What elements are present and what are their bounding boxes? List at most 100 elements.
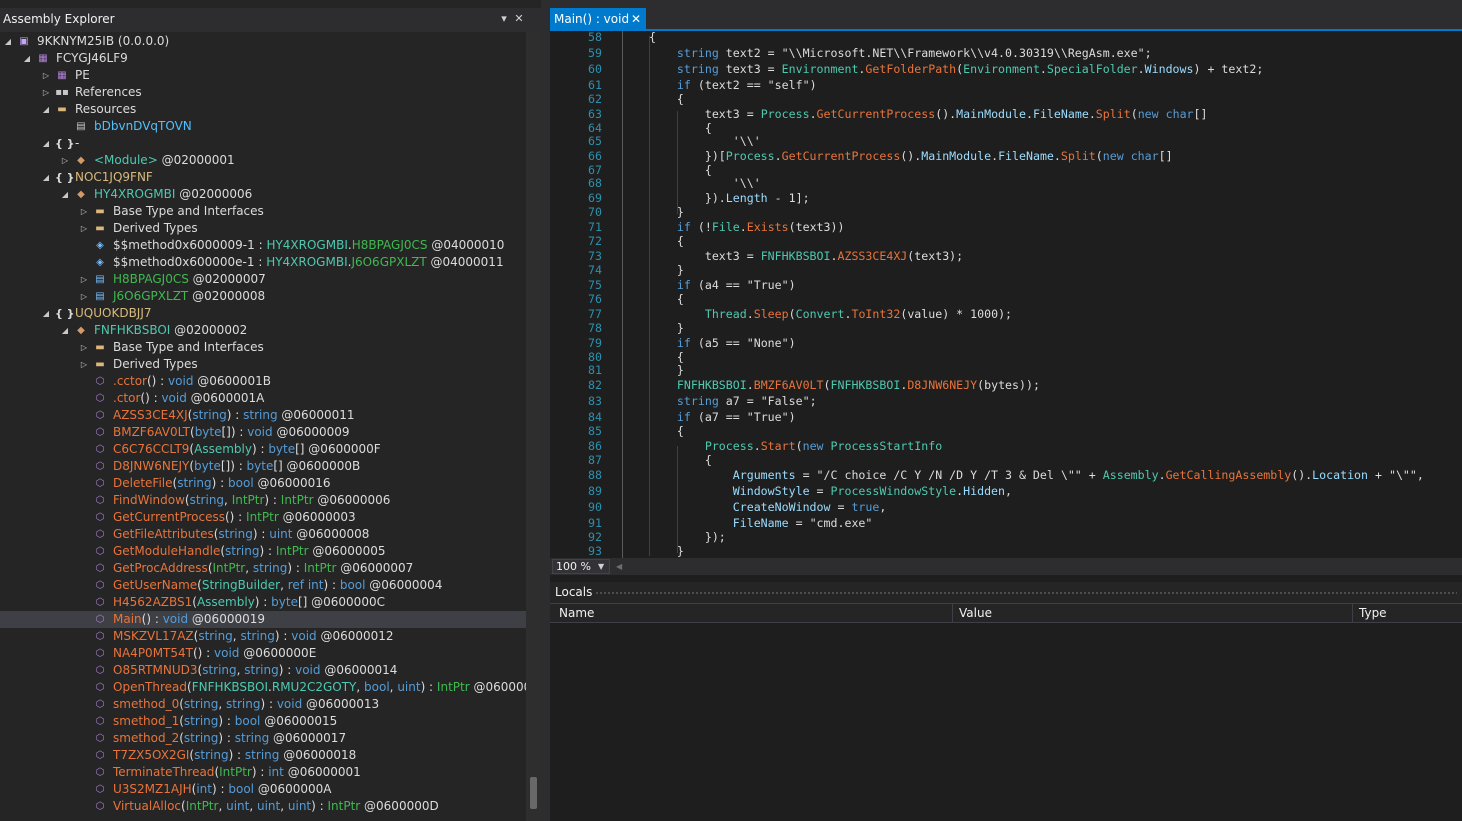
collapse-arrow-icon[interactable]: ◢ xyxy=(41,169,51,186)
tree-node[interactable]: ▷ ▪▪ References xyxy=(0,84,526,101)
expand-arrow-icon[interactable]: ▷ xyxy=(79,271,89,288)
code-line[interactable]: 65 '\\' xyxy=(550,133,1462,149)
expand-arrow-icon[interactable]: ▷ xyxy=(41,84,51,101)
tree-node[interactable]: ⬡ U3S2MZ1AJH(int) : bool @0600000A xyxy=(0,781,526,798)
scrollbar-thumb[interactable] xyxy=(530,777,537,809)
tree-node[interactable]: ⬡ .ctor() : void @0600001A xyxy=(0,390,526,407)
code-line[interactable]: 58 { xyxy=(550,31,1462,45)
tree-node[interactable]: ◢ { } UQUOKDBJJ7 xyxy=(0,305,526,322)
code-line[interactable]: 88 Arguments = "/C choice /C Y /N /D Y /… xyxy=(550,467,1462,483)
tree-node[interactable]: ◢ ◆ FNFHKBSBOI @02000002 xyxy=(0,322,526,339)
code-editor[interactable]: 58 {59 string text2 = "\\Microsoft.NET\\F… xyxy=(550,31,1462,558)
pane-splitter[interactable] xyxy=(541,0,550,821)
locals-grid[interactable] xyxy=(550,623,1462,821)
expand-arrow-icon[interactable]: ▷ xyxy=(60,152,70,169)
tree-node[interactable]: ⬡ NA4P0MT54T() : void @0600000E xyxy=(0,645,526,662)
code-line[interactable]: 72 { xyxy=(550,233,1462,249)
collapse-arrow-icon[interactable]: ◢ xyxy=(41,135,51,152)
tree-node[interactable]: ◢ ◆ HY4XROGMBI @02000006 xyxy=(0,186,526,203)
tree-node[interactable]: ⬡ O85RTMNUD3(string, string) : void @0600… xyxy=(0,662,526,679)
expand-arrow-icon[interactable]: ▷ xyxy=(41,67,51,84)
tree-node[interactable]: ⬡ D8JNW6NEJY(byte[]) : byte[] @0600000B xyxy=(0,458,526,475)
tree-node[interactable]: ⬡ GetUserName(StringBuilder, ref int) : b… xyxy=(0,577,526,594)
tree-node[interactable]: ◢ { } NOC1JQ9FNF xyxy=(0,169,526,186)
tree-node[interactable]: ⬡ smethod_0(string, string) : void @06000… xyxy=(0,696,526,713)
code-line[interactable]: 93 } xyxy=(550,543,1462,558)
expand-arrow-icon[interactable]: ▷ xyxy=(79,339,89,356)
collapse-arrow-icon[interactable]: ◢ xyxy=(60,322,70,339)
code-line[interactable]: 74 } xyxy=(550,262,1462,278)
code-line[interactable]: 87 { xyxy=(550,452,1462,468)
expand-arrow-icon[interactable]: ▷ xyxy=(79,288,89,305)
tree-node[interactable]: ⬡ MSKZVL17AZ(string, string) : void @0600… xyxy=(0,628,526,645)
tree-node[interactable]: ◢ ▬ Resources xyxy=(0,101,526,118)
expand-arrow-icon[interactable]: ▷ xyxy=(79,203,89,220)
tree-node[interactable]: ⬡ GetFileAttributes(string) : uint @06000… xyxy=(0,526,526,543)
expand-arrow-icon[interactable]: ▷ xyxy=(79,220,89,237)
close-panel-icon[interactable]: ✕ xyxy=(512,11,526,27)
tab-main-void[interactable]: Main() : void ✕ xyxy=(550,8,646,31)
column-header-value[interactable]: Value xyxy=(959,606,992,620)
tree-node[interactable]: ▷ ▤ H8BPAGJ0CS @02000007 xyxy=(0,271,526,288)
expand-arrow-icon[interactable]: ▷ xyxy=(79,356,89,373)
code-line[interactable]: 62 { xyxy=(550,91,1462,107)
code-line[interactable]: 60 string text3 = Environment. GetFolderP… xyxy=(550,61,1462,77)
tree-node[interactable]: ⬡ T7ZX5OX2GI(string) : string @06000018 xyxy=(0,747,526,764)
code-line[interactable]: 81 } xyxy=(550,362,1462,378)
assembly-tree[interactable]: ◢ ▣ 9KKNYM25IB (0.0.0.0) ◢ ▦ FCYGJ46LF9 ▷ ▦ PE ▷ ▪… xyxy=(0,32,526,821)
tree-node[interactable]: ◢ ▣ 9KKNYM25IB (0.0.0.0) xyxy=(0,33,526,50)
tree-node[interactable]: ▷ ▦ PE xyxy=(0,67,526,84)
code-line[interactable]: 76 { xyxy=(550,291,1462,307)
code-line[interactable]: 70 } xyxy=(550,204,1462,220)
tree-node[interactable]: ◢ ▦ FCYGJ46LF9 xyxy=(0,50,526,67)
tree-node[interactable]: ▷ ▬ Derived Types xyxy=(0,356,526,373)
close-tab-icon[interactable]: ✕ xyxy=(629,11,643,27)
tree-node[interactable]: ⬡ .cctor() : void @0600001B xyxy=(0,373,526,390)
tree-node[interactable]: ⬡ Main() : void @06000019 xyxy=(0,611,526,628)
tree-node[interactable]: ◈ $$method0x6000009-1 : HY4XROGMBI.H8BPAG… xyxy=(0,237,526,254)
collapse-arrow-icon[interactable]: ◢ xyxy=(41,305,51,322)
tree-node[interactable]: ⬡ TerminateThread(IntPtr) : int @06000001 xyxy=(0,764,526,781)
tree-node[interactable]: ⬡ DeleteFile(string) : bool @06000016 xyxy=(0,475,526,492)
collapse-arrow-icon[interactable]: ◢ xyxy=(3,33,13,50)
code-line[interactable]: 82 FNFHKBSBOI.BMZF6AV0LT(FNFHKBSBOI.D8JN… xyxy=(550,377,1462,393)
tree-node[interactable]: ◈ $$method0x600000e-1 : HY4XROGMBI.J6O6GP… xyxy=(0,254,526,271)
tree-node[interactable]: ▷ ▬ Base Type and Interfaces xyxy=(0,339,526,356)
collapse-arrow-icon[interactable]: ◢ xyxy=(22,50,32,67)
tree-node[interactable]: ⬡ GetModuleHandle(string) : IntPtr @06000… xyxy=(0,543,526,560)
code-line[interactable]: 78 } xyxy=(550,320,1462,336)
zoom-dropdown[interactable]: 100 % ▼ xyxy=(552,559,610,574)
scroll-left-icon[interactable]: ◀ xyxy=(616,560,622,573)
tree-node[interactable]: ⬡ smethod_1(string) : bool @06000015 xyxy=(0,713,526,730)
tree-node[interactable]: ▷ ◆ <Module> @02000001 xyxy=(0,152,526,169)
tree-node[interactable]: ⬡ H4562AZBS1(Assembly) : byte[] @0600000C xyxy=(0,594,526,611)
column-header-type[interactable]: Type xyxy=(1359,606,1387,620)
tree-node[interactable]: ◢ { } - xyxy=(0,135,526,152)
code-line[interactable]: 85 { xyxy=(550,423,1462,439)
tree-node[interactable]: ⬡ smethod_2(string) : string @06000017 xyxy=(0,730,526,747)
tree-node[interactable]: ▷ ▬ Derived Types xyxy=(0,220,526,237)
column-divider[interactable] xyxy=(1352,604,1353,623)
tree-node[interactable]: ⬡ BMZF6AV0LT(byte[]) : void @06000009 xyxy=(0,424,526,441)
window-position-dropdown-icon[interactable]: ▾ xyxy=(497,11,511,27)
tree-vertical-scrollbar[interactable] xyxy=(526,32,541,821)
collapse-arrow-icon[interactable]: ◢ xyxy=(60,186,70,203)
tree-node[interactable]: ⬡ C6C76CCLT9(Assembly) : byte[] @0600000F xyxy=(0,441,526,458)
tree-node[interactable]: ⬡ GetCurrentProcess() : IntPtr @06000003 xyxy=(0,509,526,526)
tree-node[interactable]: ⬡ FindWindow(string, IntPtr) : IntPtr @06… xyxy=(0,492,526,509)
tree-node[interactable]: ▷ ▤ J6O6GPXLZT @02000008 xyxy=(0,288,526,305)
tree-node[interactable]: ⬡ AZSS3CE4XJ(string) : string @06000011 xyxy=(0,407,526,424)
tree-node[interactable]: ⬡ GetProcAddress(IntPtr, string) : IntPtr… xyxy=(0,560,526,577)
tree-node[interactable]: ▷ ▬ Base Type and Interfaces xyxy=(0,203,526,220)
collapse-arrow-icon[interactable]: ◢ xyxy=(41,101,51,118)
code-line[interactable]: 89 WindowStyle = ProcessWindowStyle.Hidd… xyxy=(550,483,1462,499)
code-line[interactable]: 59 string text2 = "\\Microsoft.NET\\Fram… xyxy=(550,45,1462,61)
tree-node[interactable]: ▤ bDbvnDVqTOVN xyxy=(0,118,526,135)
column-divider[interactable] xyxy=(952,604,953,623)
code-line[interactable]: 83 string a7 = "False"; xyxy=(550,393,1462,409)
code-line[interactable]: 68 '\\' xyxy=(550,175,1462,191)
tree-node[interactable]: ⬡ VirtualAlloc(IntPtr, uint, uint, uint) … xyxy=(0,798,526,815)
panel-drag-grip[interactable] xyxy=(595,591,1457,596)
code-line[interactable]: 90 CreateNoWindow = true, xyxy=(550,499,1462,515)
tree-node[interactable]: ⬡ OpenThread(FNFHKBSBOI.RMU2C2GOTY, bool,… xyxy=(0,679,526,696)
